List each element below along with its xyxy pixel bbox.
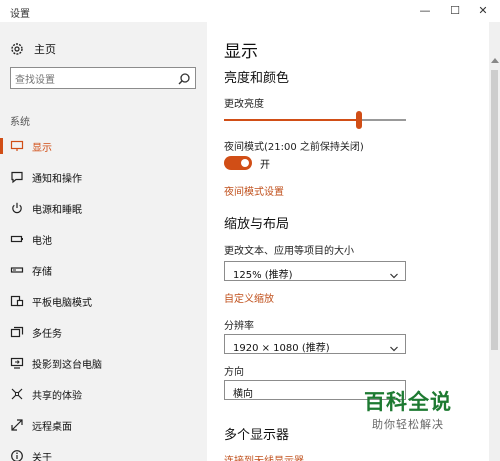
brightness-slider-thumb[interactable] [356, 111, 362, 129]
orientation-dropdown-value: 横向 [233, 389, 253, 400]
window-title: 设置 [10, 9, 30, 20]
sidebar-item-label: 多任务 [32, 328, 62, 340]
power-icon [10, 201, 24, 215]
brightness-slider-fill [224, 119, 359, 121]
sidebar-item-label: 平板电脑模式 [32, 297, 92, 309]
scale-section-heading: 缩放与布局 [224, 217, 290, 232]
scale-dropdown[interactable]: 125% (推荐) [224, 261, 406, 281]
remote-icon [10, 418, 24, 432]
chevron-down-icon [389, 266, 399, 279]
scrollbar[interactable] [489, 22, 500, 461]
sidebar-item-display[interactable]: 显示 [0, 135, 207, 157]
close-button[interactable]: ✕ [472, 2, 494, 20]
brightness-section-heading: 亮度和颜色 [224, 71, 290, 86]
section-label-system: 系统 [10, 117, 30, 128]
maximize-button[interactable]: ☐ [444, 2, 466, 20]
sidebar-item-label: 共享的体验 [32, 390, 82, 402]
sidebar-item-tablet-mode[interactable]: 平板电脑模式 [0, 290, 207, 312]
scale-label: 更改文本、应用等项目的大小 [224, 246, 354, 257]
chevron-down-icon [389, 339, 399, 352]
sidebar-item-power[interactable]: 电源和睡眠 [0, 197, 207, 219]
sidebar-item-project[interactable]: 投影到这台电脑 [0, 352, 207, 374]
night-mode-toggle-state: 开 [260, 160, 270, 171]
share-icon [10, 387, 24, 401]
scroll-up-arrow-icon[interactable] [491, 58, 499, 63]
wireless-display-link[interactable]: 连接到无线显示器 [224, 452, 304, 461]
scale-dropdown-value: 125% (推荐) [233, 270, 293, 281]
info-icon [10, 449, 24, 461]
battery-icon [10, 232, 24, 246]
home-label: 主页 [34, 43, 56, 56]
sidebar-item-label: 关于 [32, 452, 52, 461]
multitask-icon [10, 325, 24, 339]
scrollbar-thumb[interactable] [491, 70, 498, 350]
sidebar-item-notifications[interactable]: 通知和操作 [0, 166, 207, 188]
sidebar-item-multitasking[interactable]: 多任务 [0, 321, 207, 343]
watermark: 百科全说 助你轻松解决 [346, 382, 488, 444]
search-icon[interactable] [177, 71, 191, 85]
resolution-dropdown[interactable]: 1920 × 1080 (推荐) [224, 334, 406, 354]
sidebar-item-label: 显示 [32, 142, 52, 154]
sidebar-item-battery[interactable]: 电池 [0, 228, 207, 250]
night-mode-label: 夜间模式(21:00 之前保持关闭) [224, 142, 364, 153]
storage-icon [10, 263, 24, 277]
watermark-title: 百科全说 [364, 390, 452, 414]
custom-scaling-link[interactable]: 自定义缩放 [224, 290, 274, 305]
page-title: 显示 [224, 42, 258, 62]
search-box[interactable] [10, 67, 196, 91]
sidebar-item-label: 电池 [32, 235, 52, 247]
multi-display-section-heading: 多个显示器 [224, 428, 290, 443]
toggle-knob [241, 159, 249, 167]
sidebar-item-storage[interactable]: 存储 [0, 259, 207, 281]
resolution-label: 分辨率 [224, 321, 254, 332]
sidebar-item-about[interactable]: 关于 [0, 445, 207, 461]
title-bar: 设置 — ☐ ✕ [0, 0, 500, 22]
night-mode-toggle[interactable] [224, 156, 252, 170]
gear-icon [10, 42, 24, 56]
home-link[interactable]: 主页 [10, 40, 56, 58]
resolution-dropdown-value: 1920 × 1080 (推荐) [233, 343, 330, 354]
search-input[interactable] [11, 70, 171, 91]
sidebar-item-label: 投影到这台电脑 [32, 359, 102, 371]
sidebar-item-label: 远程桌面 [32, 421, 72, 433]
sidebar-item-label: 电源和睡眠 [32, 204, 82, 216]
watermark-subtitle: 助你轻松解决 [372, 418, 444, 431]
tablet-icon [10, 294, 24, 308]
sidebar-item-label: 存储 [32, 266, 52, 278]
sidebar-item-label: 通知和操作 [32, 173, 82, 185]
orientation-label: 方向 [224, 367, 244, 378]
night-mode-settings-link[interactable]: 夜间模式设置 [224, 183, 284, 198]
sidebar-item-shared-experience[interactable]: 共享的体验 [0, 383, 207, 405]
monitor-icon [10, 139, 24, 153]
notification-icon [10, 170, 24, 184]
brightness-slider[interactable] [224, 111, 406, 129]
project-icon [10, 356, 24, 370]
minimize-button[interactable]: — [414, 2, 436, 20]
brightness-label: 更改亮度 [224, 99, 264, 110]
sidebar: 主页 系统 显示 通知和操作 电源和睡眠 电池 存储 [0, 22, 207, 461]
sidebar-item-remote-desktop[interactable]: 远程桌面 [0, 414, 207, 436]
